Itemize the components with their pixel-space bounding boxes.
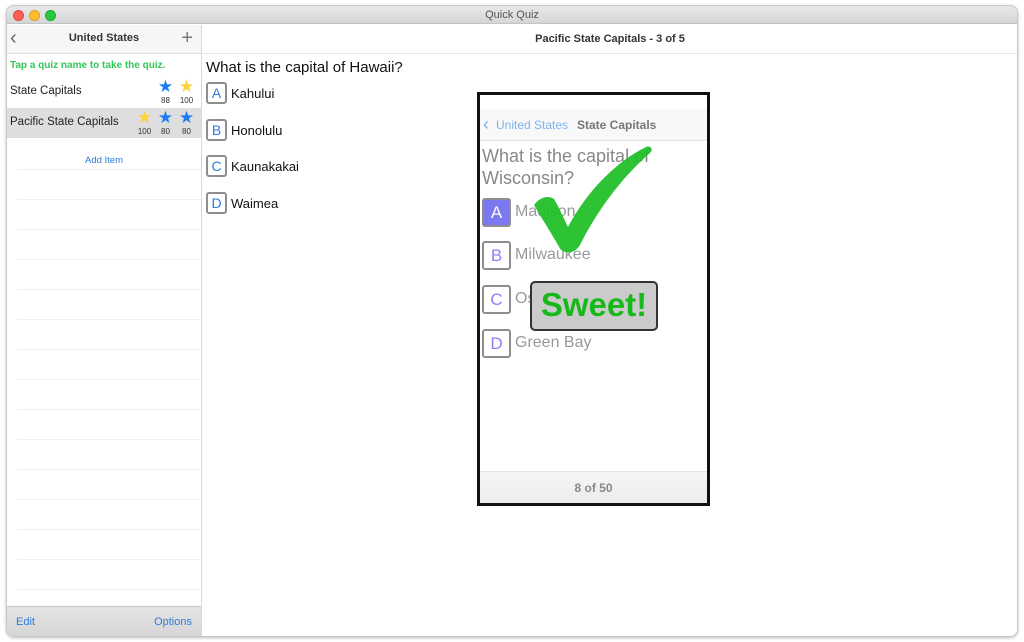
options-button[interactable]: Options xyxy=(154,616,192,628)
score-label: 80 xyxy=(161,127,170,136)
phone-nav-title: State Capitals xyxy=(577,118,657,132)
sidebar-footer: Edit Options xyxy=(7,606,201,636)
answer-letter[interactable]: A xyxy=(206,82,227,104)
row-divider xyxy=(17,409,201,410)
answer-text: Kaunakakai xyxy=(231,158,299,174)
score-label: 100 xyxy=(179,96,194,105)
sidebar: ‹ United States + Tap a quiz name to tak… xyxy=(7,25,202,636)
sidebar-header: ‹ United States + xyxy=(7,25,201,54)
phone-answer-letter: C xyxy=(482,284,511,314)
row-divider xyxy=(17,379,201,380)
title-bar: Quick Quiz xyxy=(7,6,1017,24)
quiz-title: Pacific State Capitals - 3 of 5 xyxy=(535,33,685,45)
phone-answer-letter: A xyxy=(482,197,511,227)
answer-option-a[interactable]: A Kahului xyxy=(206,81,274,105)
row-divider xyxy=(17,589,201,590)
phone-answer-d: D Green Bay xyxy=(482,328,591,358)
score-label: 100 xyxy=(137,127,152,136)
answer-letter[interactable]: D xyxy=(206,192,227,214)
score-label: 80 xyxy=(182,127,191,136)
answer-option-d[interactable]: D Waimea xyxy=(206,191,278,215)
row-divider xyxy=(17,469,201,470)
phone-answer-letter: B xyxy=(482,240,511,270)
phone-answer-letter: D xyxy=(482,328,511,358)
quiz-item-pacific-state-capitals[interactable]: Pacific State Capitals ★ 100 ★ 80 ★ 80 xyxy=(7,108,201,138)
quiz-header: Pacific State Capitals - 3 of 5 xyxy=(203,25,1017,54)
phone-back-label: United States xyxy=(496,118,569,132)
row-divider xyxy=(17,319,201,320)
answer-text: Honolulu xyxy=(231,122,283,138)
zoom-window-button[interactable] xyxy=(45,10,56,21)
chevron-left-icon: ‹ xyxy=(483,114,489,134)
add-item-button[interactable]: Add Item xyxy=(7,155,201,166)
star-icon: ★ xyxy=(157,77,174,96)
checkmark-icon xyxy=(534,146,652,253)
row-divider xyxy=(17,559,201,560)
answer-text: Kahului xyxy=(231,85,275,101)
window-title: Quick Quiz xyxy=(485,9,539,21)
answer-letter[interactable]: C xyxy=(206,155,227,177)
minimize-window-button[interactable] xyxy=(29,10,40,21)
sidebar-hint: Tap a quiz name to take the quiz. xyxy=(10,60,166,71)
score-label: 88 xyxy=(161,96,170,105)
row-divider xyxy=(17,499,201,500)
quiz-name: State Capitals xyxy=(10,85,82,97)
row-divider xyxy=(17,229,201,230)
row-divider xyxy=(17,349,201,350)
row-divider xyxy=(17,529,201,530)
row-divider xyxy=(17,439,201,440)
answer-option-c[interactable]: C Kaunakakai xyxy=(206,154,299,178)
feedback-badge: Sweet! xyxy=(530,281,658,331)
star-icon: ★ xyxy=(136,108,153,127)
star-icon: ★ xyxy=(178,108,195,127)
question-text: What is the capital of Hawaii? xyxy=(206,59,403,76)
star-icon: ★ xyxy=(178,77,195,96)
quiz-scores: ★ 88 ★ 100 xyxy=(155,77,197,106)
quiz-name: Pacific State Capitals xyxy=(10,116,119,128)
quiz-item-state-capitals[interactable]: State Capitals ★ 88 ★ 100 xyxy=(7,77,201,107)
phone-progress-label: 8 of 50 xyxy=(480,471,707,503)
phone-nav-bar: ‹ United States State Capitals xyxy=(480,109,707,141)
row-divider xyxy=(17,199,201,200)
row-divider xyxy=(17,259,201,260)
answer-text: Waimea xyxy=(231,195,279,211)
plus-icon[interactable]: + xyxy=(181,27,193,49)
close-window-button[interactable] xyxy=(13,10,24,21)
row-divider xyxy=(17,289,201,290)
sidebar-title: United States xyxy=(68,32,140,44)
phone-answer-text: Green Bay xyxy=(515,334,592,351)
quiz-scores: ★ 100 ★ 80 ★ 80 xyxy=(134,108,197,137)
edit-button[interactable]: Edit xyxy=(16,616,35,628)
phone-preview-image: ‹ United States State Capitals What is t… xyxy=(477,92,710,506)
star-icon: ★ xyxy=(157,108,174,127)
row-divider xyxy=(17,169,201,170)
answer-letter[interactable]: B xyxy=(206,119,227,141)
answer-option-b[interactable]: B Honolulu xyxy=(206,118,282,142)
